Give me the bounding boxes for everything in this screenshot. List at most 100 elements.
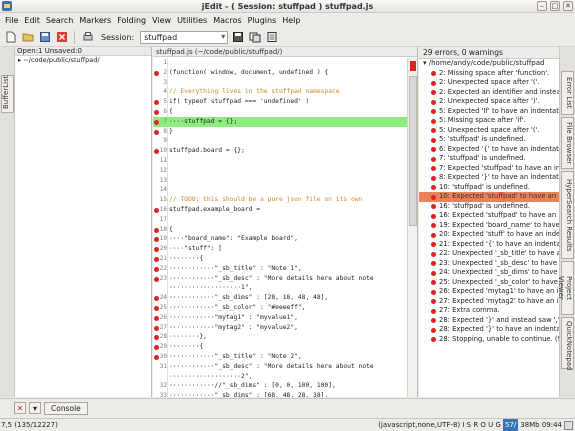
error-item[interactable]: 27: Expected 'mytag2' to have an inden <box>419 297 559 307</box>
code-line[interactable]: 13 <box>153 176 407 186</box>
code-line[interactable]: 4// Everything lives in the stuffpad nam… <box>153 87 407 97</box>
error-item[interactable]: 23: Unexpected '_sb_desc' to have an in <box>419 259 559 269</box>
error-item[interactable]: 2: Expected an identifier and instead sa… <box>419 88 559 98</box>
maximize-button[interactable]: □ <box>550 1 560 11</box>
error-item[interactable]: 2: Unexpected space after ')'. <box>419 97 559 107</box>
menu-macros[interactable]: Macros <box>210 16 244 25</box>
code-line[interactable]: 20 ····"stuff": [ <box>153 244 407 254</box>
error-item[interactable]: 2: Missing space after 'function'. <box>419 69 559 79</box>
error-item[interactable]: 5: Missing space after 'if'. <box>419 116 559 126</box>
code-line[interactable]: 8} <box>153 127 407 137</box>
code-line[interactable]: 30 ············"_sb_title" : "Note 2", <box>153 352 407 362</box>
code-line[interactable]: 15// TODO: this should be a pure json fi… <box>153 195 407 205</box>
tab-error-list[interactable]: Error List <box>561 71 574 115</box>
code-line[interactable]: 19 ····"board_name": "Example board", <box>153 234 407 244</box>
open-file-button[interactable] <box>20 30 35 45</box>
code-line[interactable]: 3 <box>153 78 407 88</box>
error-item[interactable]: 5: Unexpected space after '('. <box>419 126 559 136</box>
code-line[interactable]: 23 ············"_sb_desc" : "More details… <box>153 274 407 284</box>
code-line[interactable]: 31 ············"_sb_desc" : "More details… <box>153 362 407 372</box>
error-item[interactable]: 19: Expected 'board_name' to have an in <box>419 221 559 231</box>
code-line[interactable]: 1 <box>153 58 407 68</box>
code-line[interactable]: ···················2", <box>153 372 407 382</box>
menu-markers[interactable]: Markers <box>76 16 114 25</box>
code-line[interactable]: 5 if( typeof stuffpad === 'undefined' ) <box>153 97 407 107</box>
error-item[interactable]: 25: Unexpected '_sb_color' to have an i <box>419 278 559 288</box>
code-line[interactable]: 21 ········{ <box>153 254 407 264</box>
code-line[interactable]: 22 ············"_sb_title" : "Note 1", <box>153 264 407 274</box>
session-props-button[interactable] <box>264 30 279 45</box>
error-item[interactable]: 10: 'stuffpad' is undefined. <box>419 183 559 193</box>
session-select[interactable]: stuffpad <box>140 30 229 44</box>
code-line[interactable]: 16 stuffpad.example_board = <box>153 205 407 215</box>
code-line[interactable]: 14 <box>153 185 407 195</box>
code-line[interactable]: 18{ <box>153 225 407 235</box>
editor-scrollbar[interactable] <box>407 58 417 397</box>
close-buffer-button[interactable] <box>54 30 69 45</box>
error-item[interactable]: 5: Expected 'If' to have an indentation <box>419 107 559 117</box>
menu-edit[interactable]: Edit <box>21 16 43 25</box>
code-line[interactable]: 32 ············//"_sb_dims" : [0, 0, 100,… <box>153 381 407 391</box>
error-item[interactable]: 6: Expected '{' to have an indentation <box>419 145 559 155</box>
code-line[interactable]: 33 ············"_sb_dims" : [68, 48, 28, … <box>153 391 407 397</box>
code-line[interactable]: 29 ········{ <box>153 342 407 352</box>
menu-folding[interactable]: Folding <box>114 16 149 25</box>
text-area[interactable]: stuffpad.js (~/code/public/stuffpad/) 12… <box>153 47 418 397</box>
buffer-mode-status[interactable]: (javascript,none,UTF-8) I S R O U G <box>378 419 501 431</box>
tab-quicknotepad[interactable]: QuickNotepad <box>561 317 574 371</box>
minimize-button[interactable]: – <box>537 1 547 11</box>
code-lines[interactable]: 1 2 (function( window, document, undefined… <box>153 58 407 397</box>
close-window-button[interactable]: ✕ <box>563 1 573 11</box>
code-line[interactable]: 7 ····stuffpad = {}; <box>153 116 407 127</box>
error-item[interactable]: 27: Extra comma. <box>419 306 559 316</box>
error-item[interactable]: 8: Expected '}' to have an indentation <box>419 173 559 183</box>
error-item[interactable]: 28: Stopping, unable to continue. (96% <box>419 335 559 345</box>
menu-plugins[interactable]: Plugins <box>245 16 280 25</box>
print-button[interactable] <box>80 30 95 45</box>
tab-console[interactable]: Console <box>44 401 88 415</box>
code-line[interactable]: 26 ············"mytag1" : "myvalue1", <box>153 313 407 323</box>
session-save-button[interactable] <box>230 30 245 45</box>
code-line[interactable]: 25 ············"_sb_color" : "#eeeeff", <box>153 303 407 313</box>
error-item[interactable]: 5: 'stuffpad' is undefined. <box>419 135 559 145</box>
buffer-tree-root[interactable]: ▸ ~/code/public/stuffpad/ <box>15 56 151 65</box>
error-item[interactable]: 28: Expected '}' to have an indentation <box>419 325 559 335</box>
tab-file-browser[interactable]: File Browser <box>561 117 574 169</box>
error-item[interactable]: 22: Unexpected '_sb_title' to have an in <box>419 249 559 259</box>
error-item[interactable]: 20: Expected 'stuff' to have an indenta <box>419 230 559 240</box>
error-item[interactable]: 10: Expected 'stuffpad' to have an inde <box>419 192 559 202</box>
error-item[interactable]: 16: Expected 'stuffpad' to have an inde <box>419 211 559 221</box>
code-line[interactable]: 12 <box>153 166 407 176</box>
code-line[interactable]: 6{ <box>153 107 407 117</box>
error-item[interactable]: 16: 'stuffpad' is undefined. <box>419 202 559 212</box>
code-line[interactable]: ···················1", <box>153 283 407 293</box>
save-file-button[interactable] <box>37 30 52 45</box>
error-item[interactable]: 7: 'stuffpad' is undefined. <box>419 154 559 164</box>
code-line[interactable]: 10 stuffpad.board = {}; <box>153 146 407 156</box>
code-line[interactable]: 9 <box>153 136 407 146</box>
code-line[interactable]: 11 <box>153 156 407 166</box>
menu-search[interactable]: Search <box>43 16 76 25</box>
tab-bufferlist[interactable]: BufferList <box>1 75 14 113</box>
code-line[interactable]: 17 <box>153 215 407 225</box>
menu-view[interactable]: View <box>149 16 174 25</box>
close-dock-button[interactable]: ✕ <box>14 402 26 414</box>
error-item[interactable]: 24: Unexpected '_sb_dims' to have an in <box>419 268 559 278</box>
error-item[interactable]: 26: Expected 'mytag1' to have an inden <box>419 287 559 297</box>
code-line[interactable]: 2 (function( window, document, undefined … <box>153 68 407 78</box>
error-item[interactable]: 2: Unexpected space after '('. <box>419 78 559 88</box>
editor-scroll-thumb[interactable] <box>409 76 417 226</box>
error-item[interactable]: 28: Expected '}' and instead saw ','. <box>419 316 559 326</box>
dock-menu-button[interactable]: ▾ <box>29 402 41 414</box>
error-item[interactable]: 21: Expected '{' to have an indentation <box>419 240 559 250</box>
menu-utilities[interactable]: Utilities <box>174 16 210 25</box>
new-file-button[interactable] <box>3 30 18 45</box>
error-tree-root[interactable]: ▾ /home/andy/code/public/stuffpad <box>419 59 559 69</box>
session-manager-button[interactable] <box>247 30 262 45</box>
code-line[interactable]: 28 ········}, <box>153 332 407 342</box>
code-line[interactable]: 24 ············"_sb_dims" : [28, 18, 48, … <box>153 293 407 303</box>
tab-project-viewer[interactable]: Project Viewer <box>557 261 574 315</box>
menu-help[interactable]: Help <box>279 16 303 25</box>
menu-file[interactable]: File <box>2 16 21 25</box>
error-item[interactable]: 7: Expected 'stuffpad' to have an inden <box>419 164 559 174</box>
